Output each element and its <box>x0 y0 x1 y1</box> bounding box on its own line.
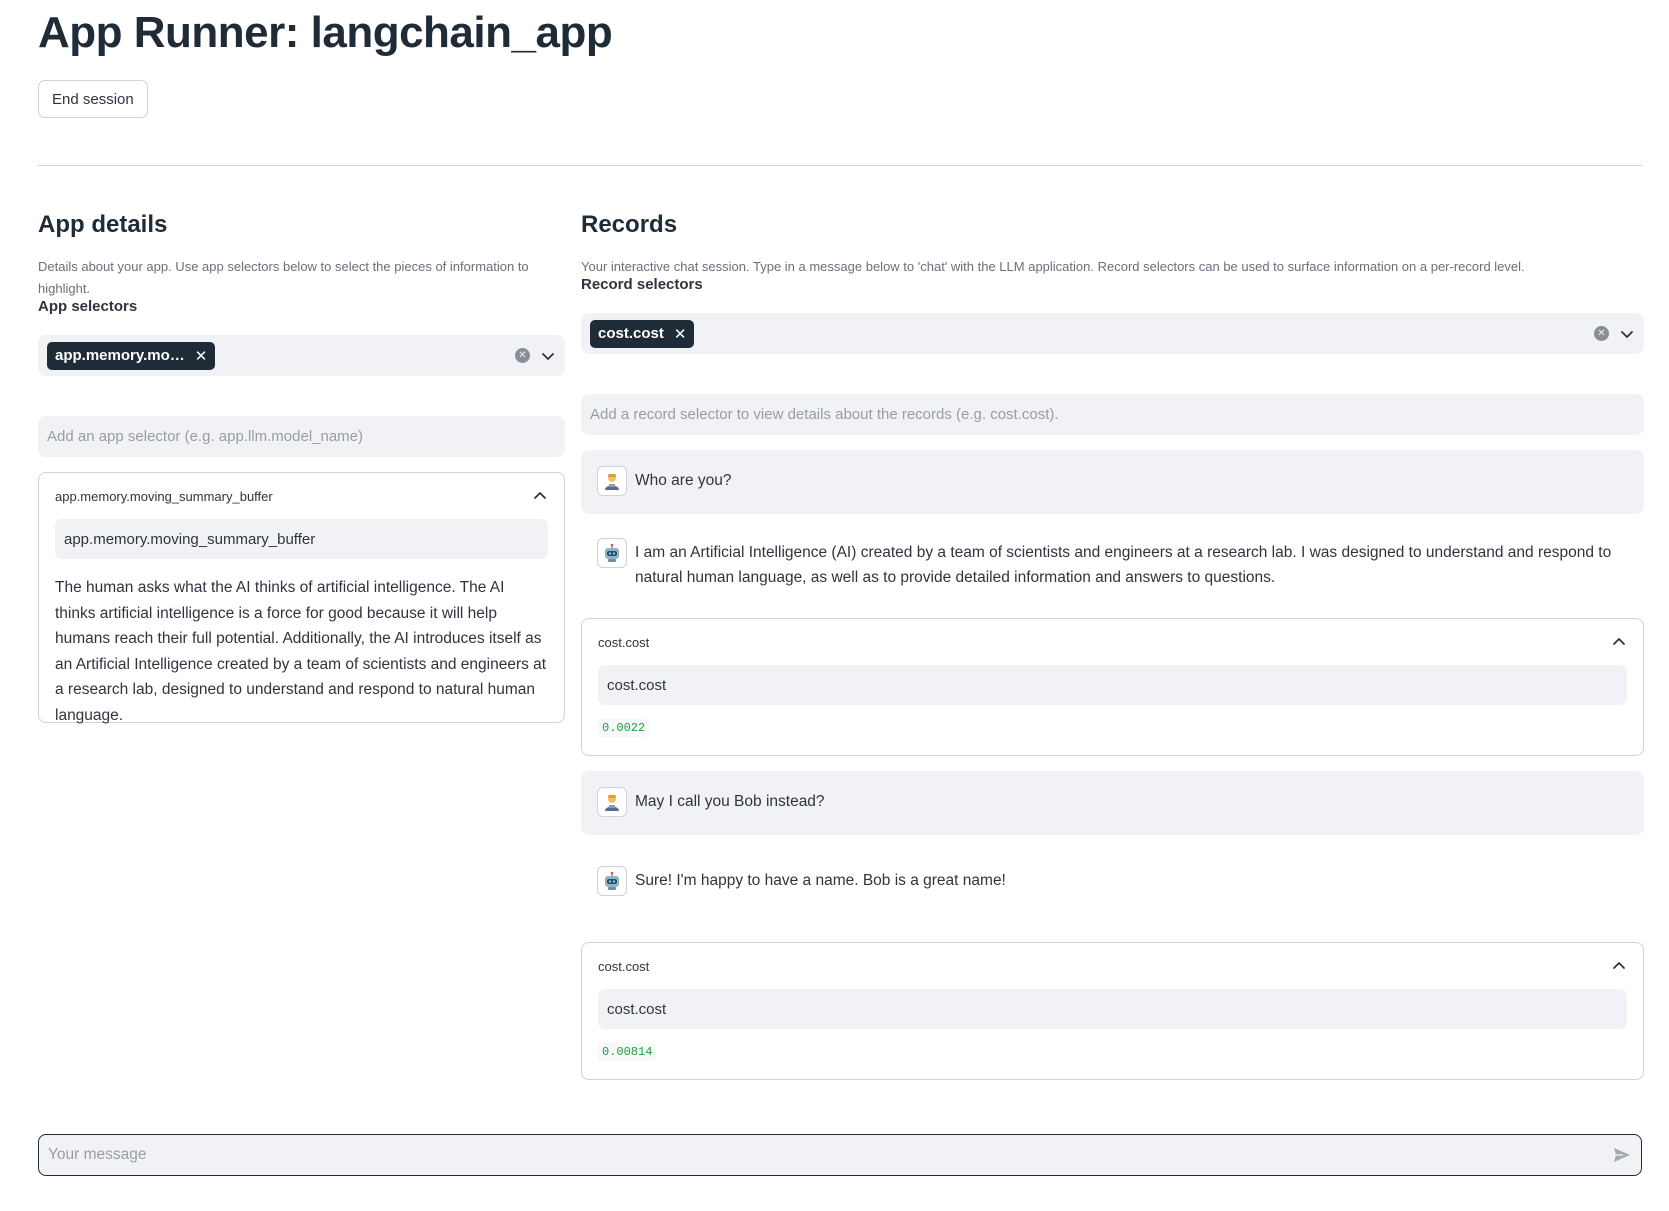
records-column: Records Your interactive chat session. T… <box>581 200 1644 1080</box>
record-selector-multiselect[interactable]: cost.cost ✕ ✕ <box>581 313 1644 354</box>
message-text: I am an Artificial Intelligence (AI) cre… <box>635 544 1612 586</box>
chip-label: cost.cost <box>598 325 664 342</box>
message-text: Who are you? <box>635 472 732 489</box>
end-session-button[interactable]: End session <box>38 80 148 118</box>
app-selector-expander: app.memory.moving_summary_buffer app.mem… <box>38 472 565 724</box>
expander-header[interactable]: app.memory.moving_summary_buffer <box>39 473 564 519</box>
expander-selector-field[interactable]: app.memory.moving_summary_buffer <box>55 519 548 559</box>
expander-content: The human asks what the AI thinks of art… <box>55 579 547 724</box>
cost-value: 0.00814 <box>598 1043 657 1061</box>
app-details-column: App details Details about your app. Use … <box>38 200 565 724</box>
message-text: May I call you Bob instead? <box>635 793 825 810</box>
record-selector-chip[interactable]: cost.cost ✕ <box>590 319 695 348</box>
chevron-up-icon[interactable] <box>1611 958 1627 974</box>
record-selectors-label: Record selectors <box>581 276 703 293</box>
clear-all-icon[interactable]: ✕ <box>1594 326 1609 341</box>
app-details-caption: Details about your app. Use app selector… <box>38 259 529 296</box>
clear-all-icon[interactable]: ✕ <box>515 348 530 363</box>
expander-selector-field[interactable]: cost.cost <box>598 665 1627 705</box>
app-selector-input[interactable]: Add an app selector (e.g. app.llm.model_… <box>38 416 565 457</box>
expander-title: cost.cost <box>598 958 650 974</box>
expander-header[interactable]: cost.cost <box>582 943 1643 989</box>
chat-message-assistant: Sure! I'm happy to have a name. Bob is a… <box>581 850 1644 914</box>
cost-value: 0.0022 <box>598 719 650 737</box>
chat-message-user: Who are you? <box>581 450 1644 514</box>
person-icon <box>597 466 627 496</box>
expander-header[interactable]: cost.cost <box>582 619 1643 665</box>
divider <box>38 165 1642 166</box>
app-selector-multiselect[interactable]: app.memory.mo… ✕ ✕ <box>38 335 565 376</box>
page-title: App Runner: langchain_app <box>38 8 613 57</box>
chip-remove-icon[interactable]: ✕ <box>195 347 208 365</box>
chat-message-user: May I call you Bob instead? <box>581 771 1644 835</box>
chevron-down-icon[interactable] <box>540 348 556 364</box>
expander-title: app.memory.moving_summary_buffer <box>55 488 273 504</box>
app-selector-chip[interactable]: app.memory.mo… ✕ <box>47 341 216 370</box>
app-selectors-label: App selectors <box>38 298 138 315</box>
chip-label: app.memory.mo… <box>55 347 185 364</box>
chevron-down-icon[interactable] <box>1619 326 1635 342</box>
chip-remove-icon[interactable]: ✕ <box>674 325 687 343</box>
record-detail-expander: cost.cost cost.cost 0.0022 <box>581 618 1644 756</box>
record-detail-expander: cost.cost cost.cost 0.00814 <box>581 942 1644 1080</box>
multiselect-controls: ✕ <box>515 348 556 364</box>
send-icon[interactable] <box>1612 1145 1632 1165</box>
robot-icon <box>597 538 627 568</box>
expander-title: cost.cost <box>598 634 650 650</box>
chevron-up-icon[interactable] <box>1611 634 1627 650</box>
expander-selector-field[interactable]: cost.cost <box>598 989 1627 1029</box>
robot-icon <box>597 866 627 896</box>
record-selector-input[interactable]: Add a record selector to view details ab… <box>581 394 1644 435</box>
chat-message-assistant: I am an Artificial Intelligence (AI) cre… <box>581 522 1644 608</box>
person-icon <box>597 787 627 817</box>
chat-input-placeholder: Your message <box>48 1146 147 1163</box>
records-title: Records <box>581 211 678 238</box>
chevron-up-icon[interactable] <box>532 488 548 504</box>
records-caption: Your interactive chat session. Type in a… <box>581 259 1525 274</box>
message-text: Sure! I'm happy to have a name. Bob is a… <box>635 872 1006 889</box>
multiselect-controls: ✕ <box>1594 326 1635 342</box>
app-details-title: App details <box>38 211 168 238</box>
chat-input[interactable]: Your message <box>38 1134 1642 1176</box>
